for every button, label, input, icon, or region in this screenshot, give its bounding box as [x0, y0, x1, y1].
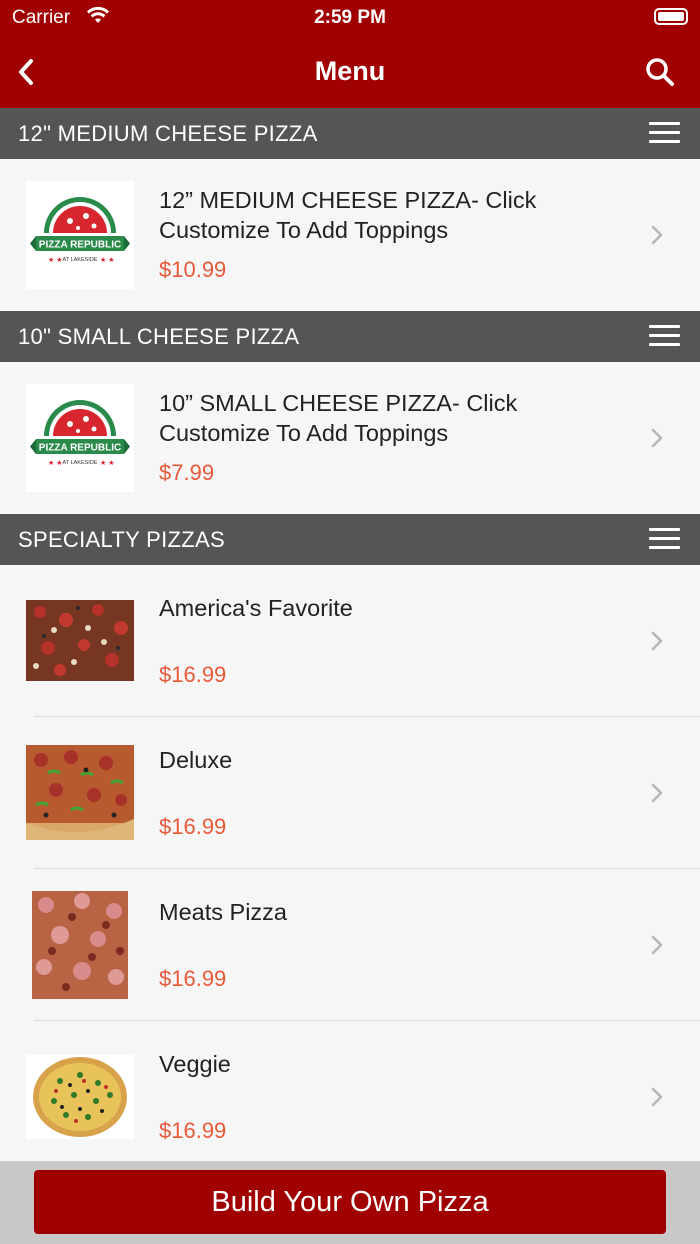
- bottom-bar: Build Your Own Pizza: [0, 1161, 700, 1244]
- item-price: $16.99: [159, 966, 227, 991]
- section-title: SPECIALTY PIZZAS: [18, 527, 225, 552]
- chevron-right-icon: [651, 935, 663, 955]
- item-price: $16.99: [159, 814, 227, 839]
- chevron-right-icon: [651, 225, 663, 245]
- item-name: Meats Pizza: [159, 899, 287, 925]
- section-title: 10" SMALL CHEESE PIZZA: [18, 324, 300, 349]
- battery-icon: [654, 8, 688, 25]
- chevron-right-icon: [651, 631, 663, 651]
- svg-text:★ ★: ★ ★: [48, 459, 63, 467]
- svg-text:★ ★: ★ ★: [48, 256, 63, 264]
- section-header-specialty: SPECIALTY PIZZAS: [0, 514, 700, 565]
- clock: 2:59 PM: [314, 7, 386, 28]
- section-header-medium-cheese: 12" MEDIUM CHEESE PIZZA: [0, 108, 700, 159]
- item-price: $10.99: [159, 257, 227, 282]
- menu-item-small-cheese[interactable]: PIZZA REPUBLIC AT LAKESIDE ★ ★ ★ ★ 10” SM…: [0, 362, 700, 514]
- hamburger-menu-icon[interactable]: [649, 122, 680, 144]
- menu-item-americas-favorite[interactable]: America's Favorite $16.99: [0, 565, 700, 717]
- section-title: 12" MEDIUM CHEESE PIZZA: [18, 121, 318, 146]
- pizza-photo: [26, 745, 134, 840]
- svg-text:PIZZA REPUBLIC: PIZZA REPUBLIC: [39, 240, 121, 251]
- pizza-photo: [32, 891, 128, 999]
- item-price: $16.99: [159, 662, 227, 687]
- item-name: 10” SMALL CHEESE PIZZA- Click Customize …: [159, 390, 518, 446]
- menu-item-deluxe[interactable]: Deluxe $16.99: [0, 717, 700, 869]
- top-bar: Carrier 2:59 PM Menu: [0, 0, 700, 108]
- pizza-photo: [26, 600, 134, 681]
- build-your-own-pizza-button[interactable]: Build Your Own Pizza: [34, 1170, 666, 1234]
- item-name: Deluxe: [159, 747, 233, 773]
- status-bar: Carrier 2:59 PM: [0, 0, 700, 36]
- hamburger-menu-icon[interactable]: [649, 325, 680, 347]
- search-button[interactable]: [640, 52, 680, 92]
- svg-text:★ ★: ★ ★: [100, 459, 115, 467]
- item-price: $16.99: [159, 1118, 227, 1143]
- section-header-small-cheese: 10" SMALL CHEESE PIZZA: [0, 311, 700, 362]
- item-name: Veggie: [159, 1051, 231, 1077]
- pizza-republic-logo: PIZZA REPUBLIC AT LAKESIDE ★ ★ ★ ★: [26, 384, 134, 492]
- menu-item-meats-pizza[interactable]: Meats Pizza $16.99: [0, 869, 700, 1021]
- hamburger-menu-icon[interactable]: [649, 528, 680, 550]
- nav-bar: Menu: [0, 36, 700, 108]
- item-price: $7.99: [159, 460, 215, 485]
- item-name: 12” MEDIUM CHEESE PIZZA- Click Customize…: [159, 187, 537, 243]
- chevron-right-icon: [651, 1087, 663, 1107]
- svg-text:AT LAKESIDE: AT LAKESIDE: [63, 460, 98, 466]
- menu-item-medium-cheese[interactable]: PIZZA REPUBLIC AT LAKESIDE ★ ★ ★ ★ 12” ME…: [0, 159, 700, 311]
- search-icon: [646, 58, 674, 86]
- page-title: Menu: [314, 56, 386, 86]
- svg-text:★ ★: ★ ★: [100, 256, 115, 264]
- pizza-photo: [26, 1055, 134, 1139]
- chevron-right-icon: [651, 783, 663, 803]
- svg-text:AT LAKESIDE: AT LAKESIDE: [63, 257, 98, 263]
- pizza-republic-logo: PIZZA REPUBLIC AT LAKESIDE ★ ★ ★ ★: [26, 181, 134, 289]
- menu-item-veggie[interactable]: Veggie $16.99: [0, 1021, 700, 1161]
- svg-text:PIZZA REPUBLIC: PIZZA REPUBLIC: [39, 443, 121, 454]
- chevron-right-icon: [651, 428, 663, 448]
- item-name: America's Favorite: [159, 595, 353, 621]
